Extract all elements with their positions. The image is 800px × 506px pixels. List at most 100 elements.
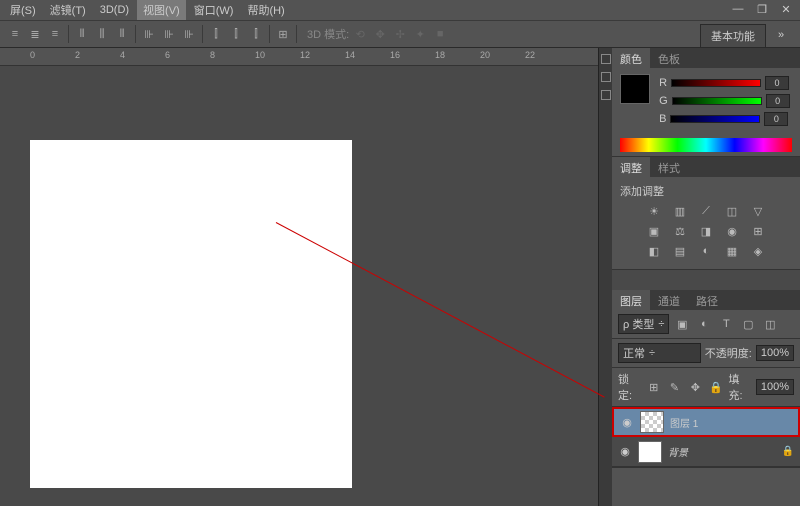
selective-color-icon[interactable]: ◈ — [749, 243, 767, 259]
r-slider[interactable] — [671, 79, 761, 87]
filter-shape-icon[interactable]: ▢ — [739, 316, 757, 332]
dist-mid-icon[interactable]: ⫼ — [93, 25, 111, 43]
tab-paths[interactable]: 路径 — [688, 290, 726, 310]
g-value[interactable]: 0 — [766, 94, 790, 108]
levels-icon[interactable]: ▥ — [671, 203, 689, 219]
tab-color[interactable]: 颜色 — [612, 48, 650, 68]
posterize-icon[interactable]: ▤ — [671, 243, 689, 259]
gradient-map-icon[interactable]: ▦ — [723, 243, 741, 259]
threshold-icon[interactable]: ◐ — [697, 243, 715, 259]
align-center-icon[interactable]: ≣ — [26, 25, 44, 43]
3d-cam-icon[interactable]: ■ — [431, 25, 449, 43]
canvas[interactable] — [30, 140, 352, 488]
tab-styles[interactable]: 样式 — [650, 157, 688, 177]
lock-all-icon[interactable]: 🔒 — [708, 379, 725, 395]
search-icon[interactable]: » — [770, 24, 792, 46]
auto-align-icon[interactable]: ⊞ — [274, 25, 292, 43]
adjustments-title: 添加调整 — [620, 183, 792, 199]
b-slider[interactable] — [670, 115, 760, 123]
photo-filter-icon[interactable]: ◉ — [723, 223, 741, 239]
tab-channels[interactable]: 通道 — [650, 290, 688, 310]
r-label: R — [659, 77, 667, 89]
dist-h3-icon[interactable]: ⊪ — [180, 25, 198, 43]
ruler-tick: 16 — [390, 50, 400, 60]
filter-smart-icon[interactable]: ◫ — [761, 316, 779, 332]
menu-item-1[interactable]: 滤镜(T) — [44, 0, 92, 20]
layer-name[interactable]: 图层 1 — [670, 415, 698, 430]
g-label: G — [659, 95, 668, 107]
g-slider[interactable] — [672, 97, 762, 105]
dist-v1-icon[interactable]: ⫿ — [207, 25, 225, 43]
ruler-tick: 4 — [120, 50, 125, 60]
dist-v3-icon[interactable]: ⫿ — [247, 25, 265, 43]
panels-dock: 颜色 色板 R0 G0 B0 调整 样式 添加调整 ☀ — [612, 48, 800, 506]
strip-icon[interactable] — [601, 90, 611, 100]
collapsed-panel-strip — [598, 48, 612, 506]
ruler-tick: 8 — [210, 50, 215, 60]
dist-h2-icon[interactable]: ⊪ — [160, 25, 178, 43]
bw-icon[interactable]: ◨ — [697, 223, 715, 239]
r-value[interactable]: 0 — [765, 76, 789, 90]
strip-icon[interactable] — [601, 72, 611, 82]
tab-swatches[interactable]: 色板 — [650, 48, 688, 68]
layer-thumbnail[interactable] — [640, 411, 664, 433]
channel-mixer-icon[interactable]: ⊞ — [749, 223, 767, 239]
workspace-button[interactable]: 基本功能 — [700, 24, 766, 48]
vibrance-icon[interactable]: ▽ — [749, 203, 767, 219]
blend-mode-dropdown[interactable]: 正常÷ — [618, 343, 701, 363]
3d-orbit-icon[interactable]: ⟲ — [351, 25, 369, 43]
layer-name[interactable]: 背景 — [668, 444, 688, 459]
3d-pan-icon[interactable]: ✥ — [371, 25, 389, 43]
tab-layers[interactable]: 图层 — [612, 290, 650, 310]
3d-light-icon[interactable]: ✦ — [411, 25, 429, 43]
3d-zoom-icon[interactable]: ✢ — [391, 25, 409, 43]
fill-input[interactable]: 100% — [756, 379, 794, 395]
curves-icon[interactable]: ⟋ — [697, 203, 715, 219]
lock-paint-icon[interactable]: ✎ — [666, 379, 683, 395]
dist-top-icon[interactable]: ⫴ — [73, 25, 91, 43]
filter-adj-icon[interactable]: ◐ — [695, 316, 713, 332]
filter-pixel-icon[interactable]: ▣ — [673, 316, 691, 332]
b-value[interactable]: 0 — [764, 112, 788, 126]
layer-row[interactable]: ◉ 背景 🔒 — [612, 437, 800, 467]
layer-row-selected[interactable]: ◉ 图层 1 — [612, 407, 800, 437]
minimize-button[interactable]: — — [728, 2, 748, 16]
align-right-icon[interactable]: ≡ — [46, 25, 64, 43]
lock-trans-icon[interactable]: ⊞ — [645, 379, 662, 395]
dist-v2-icon[interactable]: ⫿ — [227, 25, 245, 43]
menu-item-4[interactable]: 窗口(W) — [188, 0, 240, 20]
invert-icon[interactable]: ◧ — [645, 243, 663, 259]
mode3d-label: 3D 模式: — [307, 26, 349, 42]
menu-item-2[interactable]: 3D(D) — [94, 2, 135, 18]
visibility-icon[interactable]: ◉ — [618, 445, 632, 458]
ruler-tick: 10 — [255, 50, 265, 60]
menu-item-5[interactable]: 帮助(H) — [241, 0, 290, 20]
exposure-icon[interactable]: ◫ — [723, 203, 741, 219]
ruler-tick: 6 — [165, 50, 170, 60]
dist-h1-icon[interactable]: ⊪ — [140, 25, 158, 43]
fill-label: 填充: — [729, 371, 752, 403]
maximize-button[interactable]: ❐ — [752, 2, 772, 16]
spectrum-bar[interactable] — [620, 138, 792, 152]
visibility-icon[interactable]: ◉ — [620, 416, 634, 429]
lock-pos-icon[interactable]: ✥ — [687, 379, 704, 395]
layer-kind-dropdown[interactable]: ρ 类型÷ — [618, 314, 669, 334]
menu-item-3[interactable]: 视图(V) — [137, 0, 186, 20]
tab-adjustments[interactable]: 调整 — [612, 157, 650, 177]
menu-item-0[interactable]: 屏(S) — [4, 0, 42, 20]
horizontal-ruler: 0 2 4 6 8 10 12 14 16 18 20 22 — [0, 48, 598, 66]
color-panel: 颜色 色板 R0 G0 B0 — [612, 48, 800, 157]
brightness-icon[interactable]: ☀ — [645, 203, 663, 219]
foreground-swatch[interactable] — [620, 74, 650, 104]
menu-bar: 屏(S) 滤镜(T) 3D(D) 视图(V) 窗口(W) 帮助(H) — ❐ ✕ — [0, 0, 800, 20]
filter-type-icon[interactable]: T — [717, 316, 735, 332]
layer-thumbnail[interactable] — [638, 441, 662, 463]
strip-icon[interactable] — [601, 54, 611, 64]
opacity-input[interactable]: 100% — [756, 345, 794, 361]
dist-bot-icon[interactable]: ⫴ — [113, 25, 131, 43]
align-left-icon[interactable]: ≡ — [6, 25, 24, 43]
colorbalance-icon[interactable]: ⚖ — [671, 223, 689, 239]
ruler-tick: 0 — [30, 50, 35, 60]
hue-icon[interactable]: ▣ — [645, 223, 663, 239]
close-button[interactable]: ✕ — [776, 2, 796, 16]
